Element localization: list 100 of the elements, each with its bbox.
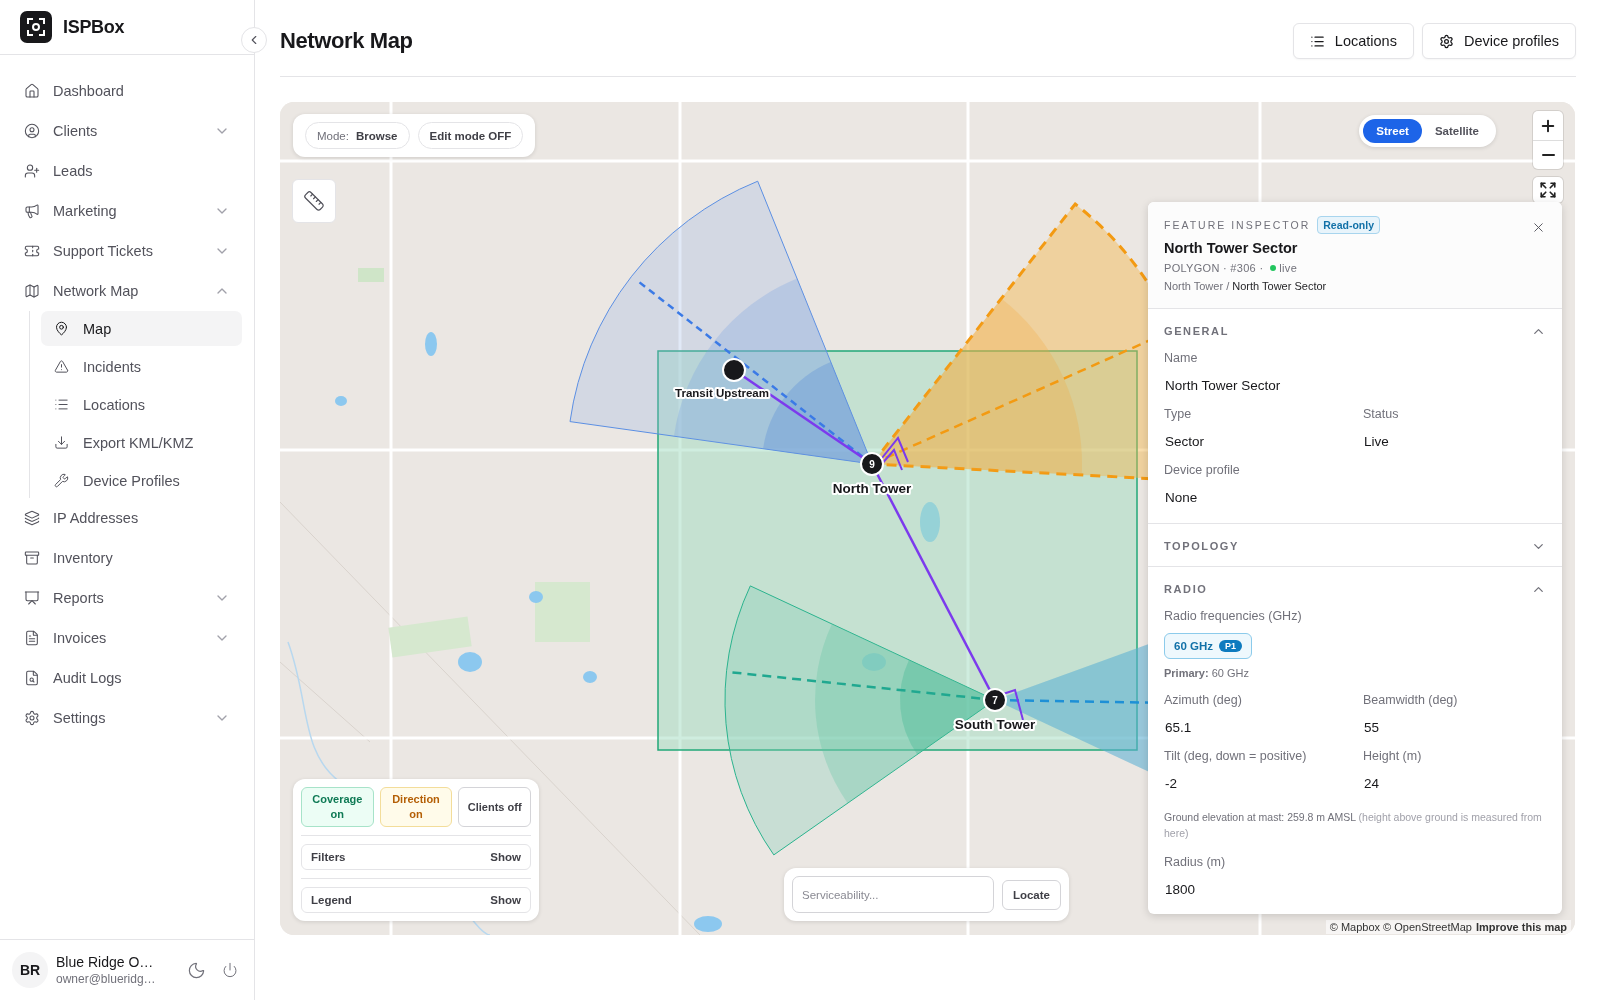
pin-icon — [54, 321, 69, 336]
primary-badge: P1 — [1219, 640, 1242, 652]
sidebar-subitem[interactable]: Device Profiles — [41, 463, 242, 498]
layer-toggle[interactable]: Coverage on — [301, 787, 374, 827]
sidebar-subitem[interactable]: Incidents — [41, 349, 242, 384]
field-value: None — [1164, 490, 1199, 505]
ruler-icon — [303, 190, 325, 212]
feature-title: North Tower Sector — [1164, 240, 1299, 256]
field-value: Sector — [1164, 434, 1206, 449]
header-button[interactable]: Device profiles — [1421, 23, 1576, 59]
app-name: ISPBox — [63, 16, 125, 38]
tower-count: 7 — [992, 695, 998, 706]
link-line — [1002, 688, 1024, 721]
section-header[interactable]: TOPOLOGY — [1164, 526, 1546, 566]
user-name: Blue Ridge O… — [56, 954, 155, 970]
sidebar-item[interactable]: Audit Logs — [12, 658, 242, 698]
list-icon — [54, 397, 69, 412]
sidebar-item[interactable]: Clients — [12, 111, 242, 151]
panel-toggle[interactable]: Filters Show — [301, 844, 531, 870]
field-label: Device profile — [1164, 463, 1241, 477]
layer-toggle[interactable]: Direction on — [379, 787, 453, 827]
tower-count: 9 — [869, 459, 875, 470]
sidebar-item[interactable]: IP Addresses — [12, 498, 242, 538]
sidebar-item[interactable]: Settings — [12, 698, 242, 738]
mode-value: Browse — [355, 129, 398, 142]
measure-button[interactable] — [292, 179, 336, 223]
read-only-badge: Read-only — [1317, 216, 1380, 234]
sidebar-subitem[interactable]: Map — [41, 311, 242, 346]
home-icon — [24, 83, 40, 99]
sidebar-subitem[interactable]: Export KML/KMZ — [41, 425, 242, 460]
field-value: 55 — [1363, 720, 1381, 735]
attribution-text: © Mapbox © OpenStreetMap — [1329, 921, 1472, 933]
tower-label: Transit Upstream — [675, 387, 769, 399]
list-icon — [1309, 33, 1325, 49]
field-label: Beamwidth (deg) — [1363, 693, 1459, 707]
park — [535, 582, 590, 642]
elevation-note: Ground elevation at mast: 259.8 m AMSL (height above ground is measured from here) — [1164, 810, 1543, 841]
download-icon — [54, 435, 69, 450]
sidebar-item[interactable]: Dashboard — [12, 71, 242, 111]
feature-meta: POLYGON · #306 · — [1164, 262, 1264, 274]
lake — [425, 332, 437, 356]
power-icon — [222, 962, 238, 978]
user-avatar: BR — [12, 952, 48, 988]
sidebar-item[interactable]: Marketing — [12, 191, 242, 231]
field-label: Radio frequencies (GHz) — [1164, 609, 1303, 623]
field-label: Height (m) — [1363, 749, 1423, 763]
sidebar-subitem[interactable]: Locations — [41, 387, 242, 422]
field-label: Type — [1164, 407, 1193, 421]
tower-label: South Tower — [954, 717, 1036, 732]
user-circle-icon — [24, 123, 40, 139]
sidebar-item[interactable]: Leads — [12, 151, 242, 191]
field-value: -2 — [1164, 776, 1178, 791]
field-label: Azimuth (deg) — [1164, 693, 1243, 707]
file-search-icon — [24, 670, 40, 686]
sidebar-item[interactable]: Reports — [12, 578, 242, 618]
page-title: Network Map — [280, 28, 413, 54]
minus-icon — [1541, 153, 1555, 157]
lake — [583, 671, 597, 683]
section-header[interactable]: GENERAL — [1164, 311, 1546, 351]
lake — [529, 591, 543, 603]
field-value: 1800 — [1164, 882, 1197, 897]
sidebar-item[interactable]: Support Tickets — [12, 231, 242, 271]
layer-toggle[interactable]: Clients off — [458, 787, 531, 827]
user-plus-icon — [24, 163, 40, 179]
frequency-chip[interactable]: 60 GHz P1 — [1164, 633, 1252, 659]
fullscreen-button[interactable] — [1533, 177, 1563, 203]
panel-toggle[interactable]: Legend Show — [301, 887, 531, 913]
lake — [694, 916, 722, 932]
ticket-icon — [24, 243, 40, 259]
sidebar-item[interactable]: Invoices — [12, 618, 242, 658]
serviceability-field[interactable]: Serviceability... — [792, 876, 994, 913]
user-email: owner@blueridg… — [56, 972, 157, 986]
lake — [920, 502, 940, 542]
lake — [458, 652, 482, 672]
improve-map-link[interactable]: Improve this map — [1475, 921, 1567, 933]
header-button[interactable]: Locations — [1292, 23, 1414, 59]
field-value: 24 — [1363, 776, 1381, 791]
close-button[interactable] — [1531, 220, 1546, 235]
park — [358, 268, 384, 282]
archive-icon — [24, 550, 40, 566]
basemap-option[interactable]: Satellite — [1421, 119, 1492, 143]
section-header[interactable]: RADIO — [1164, 569, 1546, 609]
field-label: Radius (m) — [1164, 855, 1227, 869]
inspector-heading: FEATURE INSPECTOR — [1164, 219, 1311, 231]
field-label: Tilt (deg, down = positive) — [1164, 749, 1308, 763]
lake — [335, 396, 347, 406]
field-label: Name — [1164, 351, 1199, 365]
logo-icon — [20, 11, 52, 43]
chip-label: 60 GHz — [1174, 640, 1213, 652]
document-icon — [24, 630, 40, 646]
mode-label: Mode: — [317, 129, 349, 142]
chart-icon — [24, 590, 40, 606]
map-icon — [24, 283, 40, 299]
moon-icon — [187, 960, 206, 980]
basemap-option[interactable]: Street — [1363, 119, 1422, 143]
locate-button[interactable]: Locate — [1001, 879, 1061, 910]
edit-mode-button[interactable]: Edit mode OFF — [417, 122, 524, 149]
sidebar-item[interactable]: Inventory — [12, 538, 242, 578]
sidebar-item[interactable]: Network Map — [12, 271, 242, 311]
expand-icon — [1539, 181, 1557, 199]
